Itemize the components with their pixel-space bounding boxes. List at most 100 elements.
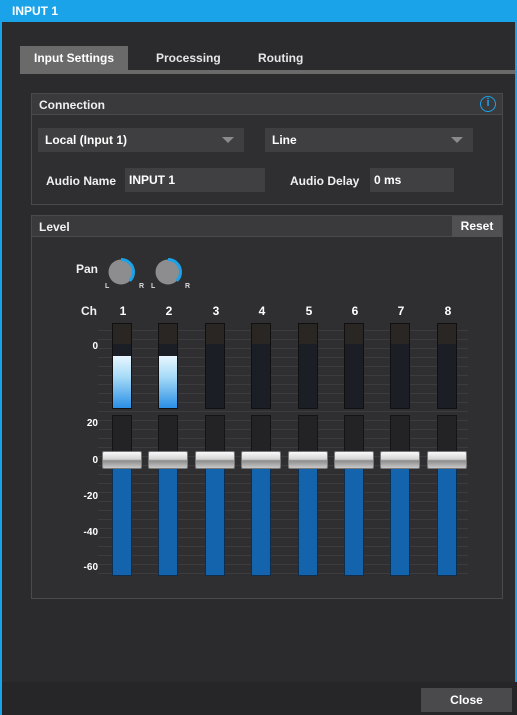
channel-3-fader-headroom	[205, 415, 225, 455]
channel-8-fader-handle[interactable]	[427, 451, 467, 469]
channel-5-meter	[298, 323, 318, 409]
audio-delay-field[interactable]: 0 ms	[370, 168, 454, 192]
tab-underline	[20, 70, 515, 74]
channel-2-fader-headroom	[158, 415, 178, 455]
pan-label: Pan	[76, 262, 99, 276]
audio-name-field[interactable]: INPUT 1	[125, 168, 265, 192]
meter-peak-zone	[252, 324, 270, 344]
meter-peak-zone	[345, 324, 363, 344]
source-dropdown-value: Local (Input 1)	[45, 133, 127, 147]
meter-peak-zone	[113, 324, 131, 344]
channel-6-fader-handle[interactable]	[334, 451, 374, 469]
tab-strip: Input Settings Processing Routing	[20, 46, 515, 71]
grid-line	[98, 573, 468, 574]
channel-8-meter	[437, 323, 457, 409]
channel-4-fader-track[interactable]	[251, 455, 271, 576]
fader-scale-label: 20	[86, 418, 98, 429]
meter-level-fill	[113, 356, 131, 408]
grid-line	[98, 519, 468, 520]
fader-scale-label: -40	[83, 527, 98, 538]
grid-line	[98, 357, 468, 358]
close-button[interactable]: Close	[421, 688, 512, 712]
tab-processing[interactable]: Processing	[142, 46, 235, 70]
grid-line	[98, 339, 468, 340]
channel-label-5: 5	[305, 304, 313, 318]
audio-name-label: Audio Name	[46, 174, 117, 188]
grid-line	[98, 492, 468, 493]
channel-3-fader-handle[interactable]	[195, 451, 235, 469]
grid-line	[98, 474, 468, 475]
channel-label-8: 8	[444, 304, 452, 318]
chevron-down-icon	[451, 137, 463, 143]
meter-peak-zone	[438, 324, 456, 344]
grid-line	[98, 564, 468, 565]
grid-line	[98, 483, 468, 484]
grid-line	[98, 537, 468, 538]
meter-peak-zone	[159, 324, 177, 344]
grid-line	[98, 411, 468, 412]
reset-button[interactable]: Reset	[452, 216, 502, 237]
channel-7-fader-headroom	[390, 415, 410, 455]
channel-1-fader-track[interactable]	[112, 455, 132, 576]
input-settings-window: INPUT 1 Input Settings Processing Routin…	[0, 0, 517, 715]
channel-5-fader-headroom	[298, 415, 318, 455]
grid-line	[98, 348, 468, 349]
info-icon[interactable]: i	[480, 96, 496, 112]
channel-3-fader-track[interactable]	[205, 455, 225, 576]
tab-routing[interactable]: Routing	[244, 46, 317, 70]
pan-knob-2[interactable]	[153, 257, 183, 287]
channel-label-3: 3	[212, 304, 220, 318]
meter-scale-label: 0	[92, 341, 98, 352]
source-dropdown[interactable]: Local (Input 1)	[38, 128, 244, 152]
level-title: Level	[39, 220, 70, 234]
channel-3-meter	[205, 323, 225, 409]
grid-line	[98, 501, 468, 502]
channel-2-fader-track[interactable]	[158, 455, 178, 576]
level-header: Level Reset	[32, 216, 502, 237]
tab-input-settings[interactable]: Input Settings	[20, 46, 128, 70]
connection-title: Connection	[39, 98, 105, 112]
grid-line	[98, 384, 468, 385]
connection-panel: Connection i Local (Input 1) Line Audio …	[31, 93, 503, 205]
channel-header-label: Ch	[81, 304, 97, 318]
channel-4-meter	[251, 323, 271, 409]
grid-line	[98, 528, 468, 529]
grid-line	[98, 402, 468, 403]
meter-peak-zone	[299, 324, 317, 344]
grid-line	[98, 420, 468, 421]
channel-5-fader-handle[interactable]	[288, 451, 328, 469]
channel-2-fader-handle[interactable]	[148, 451, 188, 469]
pan-1-right-label: R	[139, 283, 145, 290]
audio-delay-label: Audio Delay	[290, 174, 360, 188]
grid-line	[98, 375, 468, 376]
grid-line	[98, 330, 468, 331]
channel-6-meter	[344, 323, 364, 409]
grid-line	[98, 438, 468, 439]
channel-label-6: 6	[351, 304, 359, 318]
grid-line	[98, 510, 468, 511]
grid-line	[98, 555, 468, 556]
channel-6-fader-headroom	[344, 415, 364, 455]
channel-label-7: 7	[397, 304, 405, 318]
channel-5-fader-track[interactable]	[298, 455, 318, 576]
type-dropdown[interactable]: Line	[265, 128, 473, 152]
connection-header: Connection i	[32, 94, 502, 115]
channel-7-fader-handle[interactable]	[380, 451, 420, 469]
pan-2-left-label: L	[151, 283, 156, 290]
channel-7-meter	[390, 323, 410, 409]
channel-7-fader-track[interactable]	[390, 455, 410, 576]
pan-knob-1[interactable]	[106, 257, 136, 287]
grid-line	[98, 366, 468, 367]
meter-peak-zone	[206, 324, 224, 344]
channel-1-meter	[112, 323, 132, 409]
pan-2-right-label: R	[185, 283, 191, 290]
channel-1-fader-handle[interactable]	[102, 451, 142, 469]
channel-6-fader-track[interactable]	[344, 455, 364, 576]
fader-scale-label: -60	[83, 562, 98, 573]
channel-4-fader-handle[interactable]	[241, 451, 281, 469]
channel-label-1: 1	[119, 304, 127, 318]
grid-line	[98, 447, 468, 448]
window-title: INPUT 1	[2, 0, 517, 22]
channel-4-fader-headroom	[251, 415, 271, 455]
channel-8-fader-track[interactable]	[437, 455, 457, 576]
